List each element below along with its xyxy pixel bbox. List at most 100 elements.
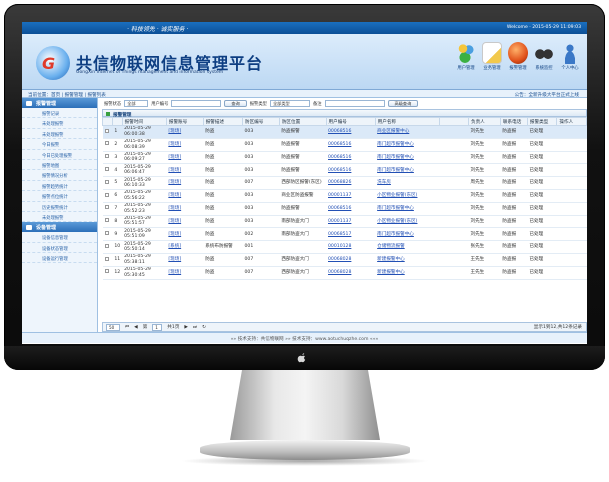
last-page-icon[interactable]: ⏭ [193, 324, 197, 330]
col-header[interactable]: 负责人 [467, 117, 501, 126]
table-cell[interactable]: 仓储物流报警 [375, 240, 439, 254]
table-row[interactable]: 2 2015-05-29 06:08:39 [现场] 防盗 003 防盗报警 0006851… [102, 138, 587, 152]
table-cell[interactable]: 南门超市报警中心 [375, 202, 439, 216]
sidebar-item[interactable]: 设备状态管理 [22, 243, 97, 254]
col-header[interactable]: 用户名称 [374, 117, 440, 126]
sidebar-item[interactable]: 报警趋势统计 [22, 181, 97, 192]
table-row[interactable]: 6 2015-05-29 05:56:22 [现场] 防盗 003 商业区防盗报警 0000… [102, 189, 587, 203]
col-header[interactable] [111, 117, 123, 126]
table-cell[interactable]: 00068516 [326, 125, 376, 139]
tool-alarm[interactable]: 报警管理 [507, 42, 529, 71]
table-row[interactable]: 10 2015-05-29 05:50:14 [系统] 系统布防报警 001 000101… [102, 240, 587, 254]
sidebar-item[interactable]: 报警点位统计 [22, 191, 97, 202]
breadcrumb[interactable]: 当前位置：首页 | 报警管理 | 报警列表 [28, 92, 106, 98]
prev-page-icon[interactable]: ◀ [134, 325, 138, 330]
row-checkbox[interactable] [102, 266, 113, 280]
table-cell[interactable]: 00068517 [326, 227, 376, 242]
table-cell[interactable]: 00001137 [326, 189, 376, 203]
row-checkbox[interactable] [102, 215, 113, 229]
col-header[interactable]: 防区位置 [278, 117, 327, 126]
query-button[interactable]: 查询 [224, 100, 247, 107]
tool-monitor[interactable]: 系统监控 [533, 42, 555, 71]
tool-business[interactable]: 业务管理 [481, 42, 503, 71]
table-cell[interactable]: 南门超市报警中心 [375, 227, 439, 242]
table-cell[interactable]: 00068516 [326, 202, 376, 216]
col-header[interactable]: 联系电话 [499, 117, 528, 126]
table-cell[interactable]: 00068516 [326, 163, 376, 178]
row-checkbox[interactable] [102, 138, 113, 152]
table-row[interactable]: 1 2015-05-29 06:00:38 [现场] 防盗 003 防盗报警 0006851… [102, 125, 587, 139]
row-checkbox[interactable] [102, 125, 113, 139]
col-header[interactable] [438, 117, 469, 126]
table-cell[interactable]: 商业区报警中心 [375, 125, 439, 139]
sidebar-item[interactable]: 报警记录 [22, 108, 97, 119]
table-cell[interactable]: [现场] [166, 266, 204, 280]
table-cell[interactable]: [现场] [166, 125, 204, 139]
table-cell[interactable]: 00068516 [326, 151, 376, 165]
tool-profile[interactable]: 个人中心 [559, 42, 581, 71]
table-cell[interactable]: 南门超市报警中心 [375, 163, 439, 178]
sidebar-group-device[interactable]: 设备管理 [22, 222, 97, 233]
next-page-icon[interactable]: ▶ [184, 325, 188, 330]
table-cell[interactable]: 00001137 [326, 215, 376, 229]
table-cell[interactable]: [现场] [166, 151, 204, 165]
sidebar-item[interactable]: 今日已处理报警 [22, 150, 97, 160]
user-id-input[interactable] [171, 100, 222, 107]
row-checkbox[interactable] [102, 189, 113, 203]
table-cell[interactable]: 小区物业报警(东区) [375, 215, 439, 229]
table-cell[interactable]: 洗车房 [375, 176, 439, 190]
status-select[interactable]: 全部 [124, 100, 149, 107]
table-cell[interactable]: [现场] [166, 163, 204, 178]
table-cell[interactable]: 00010128 [326, 240, 376, 254]
remark-input[interactable] [324, 100, 385, 107]
table-cell[interactable]: 南门超市报警中心 [375, 138, 439, 152]
table-cell[interactable]: [现场] [166, 202, 204, 216]
page-size-select[interactable]: 50 [106, 323, 120, 331]
sidebar-item[interactable]: 今日报警 [22, 139, 97, 150]
col-header[interactable]: 防区编号 [241, 117, 280, 126]
table-cell[interactable]: 00068826 [326, 176, 376, 190]
table-row[interactable]: 11 2015-05-29 05:38:11 [现场] 防盗 007 西部防盗大门 0006… [102, 253, 587, 267]
sidebar-item[interactable]: 历史报警统计 [22, 202, 97, 212]
table-cell[interactable]: 南门超市报警中心 [375, 151, 439, 165]
table-cell[interactable]: [现场] [166, 176, 204, 190]
table-cell[interactable]: 新建报警中心 [375, 266, 439, 280]
table-cell[interactable]: 小区物业报警(东区) [375, 189, 439, 203]
table-cell[interactable]: [现场] [166, 189, 204, 203]
row-checkbox[interactable] [102, 163, 113, 178]
col-header[interactable]: 报警类型 [526, 117, 558, 126]
table-cell[interactable]: [现场] [166, 215, 204, 229]
table-row[interactable]: 9 2015-05-29 05:51:09 [现场] 防盗 002 南部防盗大门 00068… [102, 227, 587, 242]
sidebar-item[interactable]: 设备信息管理 [22, 232, 97, 243]
first-page-icon[interactable]: ⏮ [125, 324, 129, 330]
row-checkbox[interactable] [102, 227, 113, 242]
table-row[interactable]: 12 2015-05-29 05:30:45 [现场] 防盗 007 西部防盗大门 0006… [102, 266, 587, 280]
row-checkbox[interactable] [102, 151, 113, 165]
sidebar-item[interactable]: 报警情况分析 [22, 170, 97, 181]
table-row[interactable]: 7 2015-05-29 05:52:23 [现场] 防盗 003 防盗报警 0006851… [102, 202, 587, 216]
sidebar-group-alarm[interactable]: 报警管理 [22, 98, 97, 108]
table-cell[interactable]: [系统] [166, 240, 204, 254]
table-row[interactable]: 3 2015-05-29 06:09:27 [现场] 防盗 003 防盗报警 0006851… [102, 151, 587, 165]
table-cell[interactable]: [现场] [166, 138, 204, 152]
sidebar-item[interactable]: 未处理报警 [22, 118, 97, 129]
col-header[interactable]: 操作人 [556, 117, 587, 126]
refresh-icon[interactable]: ↻ [202, 325, 206, 330]
sidebar-item[interactable]: 未处理报警 [22, 129, 97, 140]
table-cell[interactable]: 00068028 [326, 266, 376, 280]
col-header[interactable]: 报警时间 [121, 117, 167, 126]
row-checkbox[interactable] [102, 202, 113, 216]
row-checkbox[interactable] [102, 176, 113, 190]
sidebar-item[interactable]: 设备运行管理 [22, 253, 97, 264]
col-header[interactable]: 报警账号 [165, 117, 204, 126]
table-cell[interactable]: [现场] [166, 253, 204, 267]
type-select[interactable]: 全部类型 [269, 100, 310, 107]
table-cell[interactable]: [现场] [166, 227, 204, 242]
table-cell[interactable]: 新建报警中心 [375, 253, 439, 267]
page-input[interactable]: 1 [152, 323, 163, 331]
table-row[interactable]: 4 2015-05-29 06:06:47 [现场] 防盗 003 防盗报警 0006851… [102, 163, 587, 178]
col-header[interactable]: 用户编号 [325, 117, 376, 126]
advanced-query-button[interactable]: 高级查询 [387, 100, 419, 107]
row-checkbox[interactable] [102, 240, 113, 254]
table-cell[interactable]: 00068516 [326, 138, 376, 152]
